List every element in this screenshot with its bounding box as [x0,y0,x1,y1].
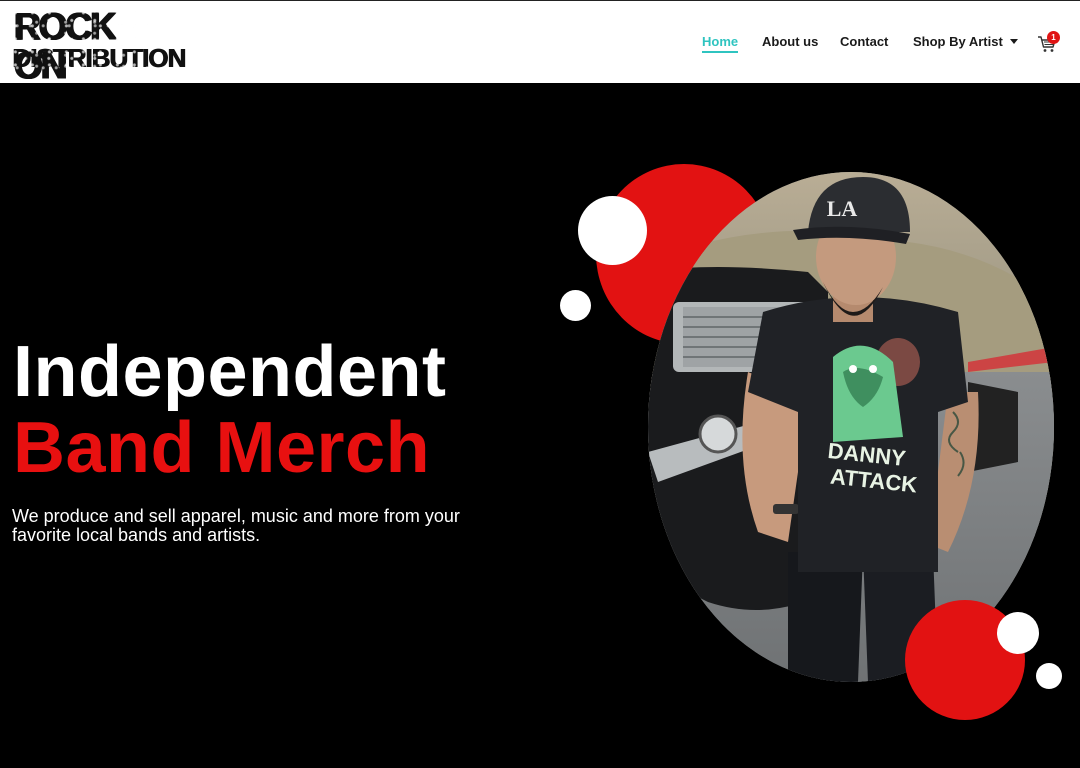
nav-shop-by-artist[interactable]: Shop By Artist [913,34,1018,49]
nav-contact-label: Contact [840,34,889,49]
site-header: ROCK ON DISTRIBUTION Home About us Conta… [0,0,1080,85]
rock-on-distribution-logo[interactable]: ROCK ON DISTRIBUTION [12,7,186,85]
photo-illustration: DANNY ATTACK LA [648,172,1054,682]
chevron-down-icon [1009,39,1018,44]
hero-title-line-2: Band Merch [13,408,431,488]
active-underline [702,51,739,53]
white-circle-decoration [578,196,647,265]
hero-description: We produce and sell apparel, music and m… [12,506,460,545]
hero-title-line-1: Independent [13,332,447,412]
hero-photo-man-in-band-tee: DANNY ATTACK LA [648,172,1054,682]
cap-logo: LA [827,196,858,221]
nav-shop-label: Shop By Artist [913,34,1003,49]
logo-line-2: DISTRIBUTION [12,43,186,73]
nav-home-label: Home [702,34,739,49]
cart-count-badge: 1 [1047,31,1060,44]
white-dot-bottom-decoration [1036,663,1062,689]
nav-home[interactable]: Home [702,34,739,53]
white-circle-bottom-decoration [997,612,1039,654]
nav-about-us[interactable]: About us [762,34,818,49]
nav-about-label: About us [762,34,819,49]
white-dot-decoration [560,290,591,321]
nav-contact[interactable]: Contact [840,34,888,49]
